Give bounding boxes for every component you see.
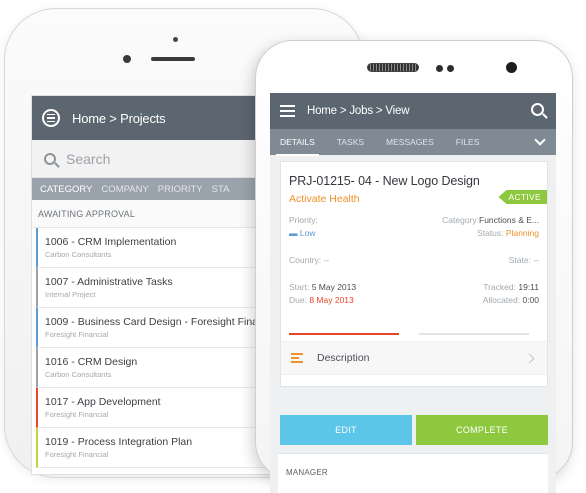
tab-files[interactable]: FILES xyxy=(456,137,480,147)
breadcrumb: Home > Projects xyxy=(72,110,166,126)
detail-row: Start: 5 May 2013 Tracked: 19:11 xyxy=(289,282,539,292)
due-progress-bar xyxy=(289,333,399,335)
job-title: PRJ-01215- 04 - New Logo Design xyxy=(289,174,480,188)
action-buttons: EDIT COMPLETE xyxy=(280,415,548,445)
camera-icon xyxy=(506,62,517,73)
sensor-dot xyxy=(447,65,454,72)
edit-button[interactable]: EDIT xyxy=(280,415,412,445)
tab-priority[interactable]: PRIORITY xyxy=(158,184,203,195)
start-value: 5 May 2013 xyxy=(311,282,357,292)
due-value: 8 May 2013 xyxy=(309,295,354,305)
manager-section: MANAGER xyxy=(278,453,548,493)
menu-icon[interactable] xyxy=(42,109,60,127)
status-value: Planning xyxy=(505,228,539,238)
priority-label: Priority: xyxy=(289,215,318,225)
category-label: Category: xyxy=(442,215,479,225)
tracked-value: 19:11 xyxy=(518,282,539,292)
state-value: -- xyxy=(533,255,539,265)
front-phone: Home > Jobs > View DETAILS TASKS MESSAGE… xyxy=(255,40,573,493)
client-name[interactable]: Activate Health xyxy=(289,193,360,205)
country-label: Country: xyxy=(289,255,322,265)
breadcrumb: Home > Jobs > View xyxy=(307,105,410,117)
priority-value: ▬ Low xyxy=(289,228,316,238)
job-details-card: PRJ-01215- 04 - New Logo Design Activate… xyxy=(280,161,548,387)
allocated-value: 0:00 xyxy=(522,295,539,305)
sensor-dot xyxy=(436,65,443,72)
country-value: -- xyxy=(323,255,330,265)
status-label: Status: xyxy=(477,228,504,238)
detail-row: Country: -- State: -- xyxy=(289,255,539,265)
chevron-right-icon xyxy=(524,353,535,364)
earpiece-speaker xyxy=(151,57,195,61)
sensor-dot xyxy=(123,55,131,63)
detail-row: Due: 8 May 2013 Allocated: 0:00 xyxy=(289,295,539,305)
search-icon[interactable] xyxy=(531,103,544,116)
earpiece-speaker xyxy=(367,63,419,72)
start-label: Start: xyxy=(289,282,310,292)
search-placeholder: Search xyxy=(66,150,111,167)
tab-category[interactable]: CATEGORY xyxy=(40,184,92,195)
chevron-down-icon[interactable] xyxy=(534,134,546,146)
due-label: Due: xyxy=(289,295,307,305)
tab-company[interactable]: COMPANY xyxy=(101,184,148,195)
manager-label: MANAGER xyxy=(286,468,328,477)
tab-status[interactable]: STA xyxy=(212,184,230,195)
detail-row: ▬ Low Status: Planning xyxy=(289,228,539,238)
complete-button[interactable]: COMPLETE xyxy=(416,415,548,445)
description-label: Description xyxy=(317,352,370,364)
allocated-progress-bar xyxy=(419,333,529,335)
tab-details[interactable]: DETAILS xyxy=(276,137,319,156)
state-label: State: xyxy=(508,255,531,265)
tab-messages[interactable]: MESSAGES xyxy=(386,137,434,147)
tab-tasks[interactable]: TASKS xyxy=(337,137,364,147)
detail-row: Priority: Category:Functions & E... xyxy=(289,215,539,225)
allocated-label: Allocated: xyxy=(482,295,521,305)
document-icon xyxy=(291,353,303,363)
job-tabs: DETAILS TASKS MESSAGES FILES xyxy=(270,129,556,156)
search-icon xyxy=(44,152,56,165)
status-badge: ACTIVE xyxy=(498,190,547,204)
priority-value-text: Low xyxy=(299,228,316,238)
description-row[interactable]: Description xyxy=(281,341,547,375)
tracked-label: Tracked: xyxy=(483,282,516,292)
category-value: Functions & E... xyxy=(479,215,539,225)
menu-icon[interactable] xyxy=(280,105,295,117)
job-view-screen: Home > Jobs > View DETAILS TASKS MESSAGE… xyxy=(270,93,556,493)
camera-icon xyxy=(173,37,178,42)
app-header: Home > Jobs > View xyxy=(270,93,556,129)
